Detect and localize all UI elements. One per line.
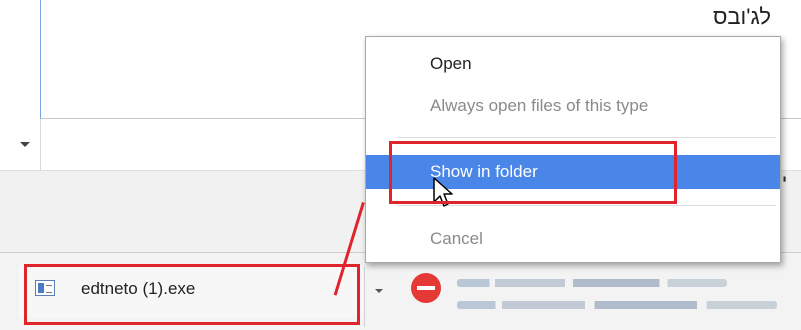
menu-item-always-open[interactable]: Always open files of this type [366,89,780,123]
blocked-download-item[interactable] [397,265,801,325]
menu-item-open[interactable]: Open [366,47,780,81]
annotation-box-download-item [24,264,360,325]
menu-item-cancel[interactable]: Cancel [366,222,780,256]
left-gutter [0,0,41,170]
blocked-icon [411,273,441,303]
menu-separator [398,137,776,138]
page-text-line-1: לג'ובס [712,4,771,29]
annotation-box-show-in-folder [389,141,677,204]
blurred-text-line [457,301,777,309]
dropdown-arrow-icon[interactable] [20,142,30,147]
download-item-menu-button[interactable] [364,267,393,327]
blurred-text-line [457,279,727,287]
